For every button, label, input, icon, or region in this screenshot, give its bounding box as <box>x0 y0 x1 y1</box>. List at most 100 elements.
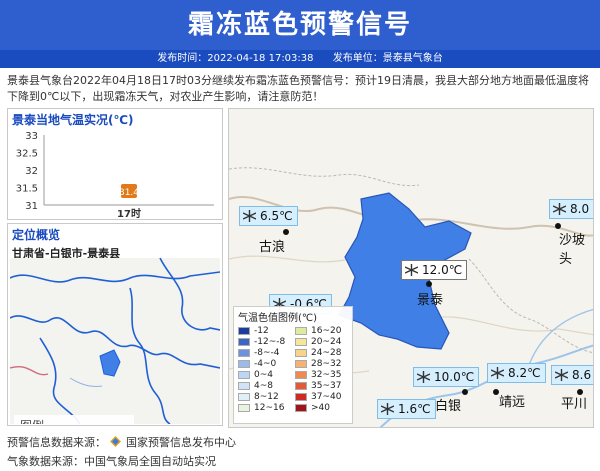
temp-legend-label: 24~28 <box>311 348 342 358</box>
temp-legend-swatch <box>295 371 307 379</box>
station-temp: 8.0 <box>570 202 590 216</box>
temp-legend-label: >40 <box>311 403 330 413</box>
frost-icon <box>405 264 418 276</box>
temp-legend-item: -12~-8 <box>238 337 291 347</box>
weather-source: 气象数据来源：中国气象局全国自动站实况 <box>7 455 216 468</box>
frost-icon <box>381 403 394 415</box>
temp-legend-swatch <box>295 349 307 357</box>
temp-legend-label: 0~4 <box>254 370 273 380</box>
temp-legend-swatch <box>295 393 307 401</box>
station-label-jingtai[interactable]: 12.0℃ <box>401 260 468 280</box>
station-temp: 12.0℃ <box>422 263 463 277</box>
temp-legend-swatch <box>295 327 307 335</box>
temp-legend-swatch <box>295 382 307 390</box>
temp-legend-label: 20~24 <box>311 337 342 347</box>
station-label[interactable]: 8.6 <box>551 365 593 385</box>
temp-value-label: 31.4 <box>119 188 139 198</box>
city-label: 白银 <box>435 399 462 414</box>
temp-legend-swatch <box>238 349 250 357</box>
temp-legend-title: 气温色值图例(℃) <box>238 313 318 324</box>
realtime-temp-panel: 景泰当地气温实况(℃) 33 32.5 32 31.5 31 31.4 17时 <box>7 108 223 220</box>
temp-legend-item: -8~-4 <box>238 348 291 358</box>
warning-text: 景泰县气象台2022年04月18日17时03分继续发布霜冻蓝色预警信号：预计19… <box>7 74 589 103</box>
frost-icon <box>243 210 256 222</box>
temp-legend-swatch <box>295 404 307 412</box>
x-tick-label: 17时 <box>117 207 141 219</box>
temp-legend-item: 4~8 <box>238 381 291 391</box>
temp-legend-label: 32~35 <box>311 370 342 380</box>
overview-map[interactable]: 图例 国界 省界 <box>10 258 220 424</box>
frost-icon <box>555 369 568 381</box>
station-label[interactable]: 10.0℃ <box>413 367 480 387</box>
temp-legend-label: 16~20 <box>311 326 342 336</box>
temp-legend-item: 32~35 <box>295 370 348 380</box>
frost-icon <box>491 367 504 379</box>
station-label[interactable]: 8.2℃ <box>487 363 546 383</box>
y-tick-label: 31 <box>25 201 38 212</box>
temp-legend-swatch <box>295 338 307 346</box>
warning-source: 预警信息数据来源： 国家预警信息发布中心 <box>7 434 236 450</box>
temp-legend-item: 16~20 <box>295 326 348 336</box>
temp-legend-item: 28~32 <box>295 359 348 369</box>
city-label: 景泰 <box>417 293 444 308</box>
temp-legend-swatch <box>238 393 250 401</box>
temp-legend-item: 35~37 <box>295 381 348 391</box>
temp-legend-swatch <box>238 338 250 346</box>
temp-legend-item: -4~0 <box>238 359 291 369</box>
y-tick-label: 32 <box>25 166 38 177</box>
y-tick-label: 33 <box>25 131 38 142</box>
temp-legend-label: 8~12 <box>254 392 279 402</box>
temp-legend-swatch <box>238 382 250 390</box>
temp-legend-swatch <box>238 360 250 368</box>
publish-time: 发布时间：2022-04-18 17:03:38 <box>157 53 314 64</box>
temp-legend-swatch <box>238 404 250 412</box>
temp-legend-item: >40 <box>295 403 348 413</box>
warning-source-name[interactable]: 国家预警信息发布中心 <box>126 436 236 449</box>
page-title: 霜冻蓝色预警信号 <box>187 10 412 40</box>
city-dot <box>426 281 432 287</box>
temp-legend-item: 8~12 <box>238 392 291 402</box>
city-label: 古浪 <box>259 240 286 255</box>
temp-legend-item: 37~40 <box>295 392 348 402</box>
y-tick-label: 31.5 <box>16 184 38 195</box>
overview-legend: 图例 国界 省界 <box>14 415 134 424</box>
title-banner: 霜冻蓝色预警信号 <box>0 0 600 50</box>
temp-legend-item: 12~16 <box>238 403 291 413</box>
frost-icon <box>417 371 430 383</box>
city-dot <box>283 229 289 235</box>
y-tick-label: 32.5 <box>16 149 38 160</box>
temp-legend-swatch <box>238 371 250 379</box>
city-label: 沙坡头 <box>559 233 586 267</box>
station-temp: 6.5℃ <box>260 209 293 223</box>
temp-legend-item: -12 <box>238 326 291 336</box>
temp-legend-swatch <box>238 327 250 335</box>
station-temp: 8.2℃ <box>508 366 541 380</box>
publisher: 发布单位：景泰县气象台 <box>332 53 443 64</box>
release-center-logo-icon <box>109 436 121 447</box>
temp-legend-label: 28~32 <box>311 359 342 369</box>
meta-bar: 发布时间：2022-04-18 17:03:38 发布单位：景泰县气象台 <box>0 50 600 68</box>
temp-legend-item: 20~24 <box>295 337 348 347</box>
overview-map-graphic <box>10 258 220 424</box>
city-label: 平川 <box>561 397 588 412</box>
temp-legend-item: 0~4 <box>238 370 291 380</box>
station-label[interactable]: 1.6℃ <box>377 399 436 419</box>
station-label[interactable]: 8.0 <box>549 199 593 219</box>
temp-legend-swatch <box>295 360 307 368</box>
warning-source-label: 预警信息数据来源： <box>7 436 106 449</box>
temp-legend-label: 35~37 <box>311 381 342 391</box>
station-label[interactable]: 6.5℃ <box>239 206 298 226</box>
temp-color-legend: 气温色值图例(℃) -12 16~20 -12~-8 20~24 -8~-4 24~28-… <box>233 306 353 424</box>
city-label: 靖远 <box>499 395 526 410</box>
frost-icon <box>553 203 566 215</box>
temp-legend-label: 4~8 <box>254 381 273 391</box>
temp-legend-label: -12 <box>254 326 269 336</box>
temp-legend-label: 37~40 <box>311 392 342 402</box>
overview-legend-title: 图例 <box>14 415 134 424</box>
temp-legend-item: 24~28 <box>295 348 348 358</box>
location-title: 定位概览 <box>12 228 61 242</box>
station-temp: 1.6℃ <box>398 402 431 416</box>
temp-legend-grid: -12 16~20 -12~-8 20~24 -8~-4 24~28 -4~0 28~32 0~… <box>234 326 352 413</box>
temp-legend-label: -8~-4 <box>254 348 280 358</box>
location-panel: 定位概览 甘肃省-白银市-景泰县 图例 国界 省界 <box>7 223 223 426</box>
